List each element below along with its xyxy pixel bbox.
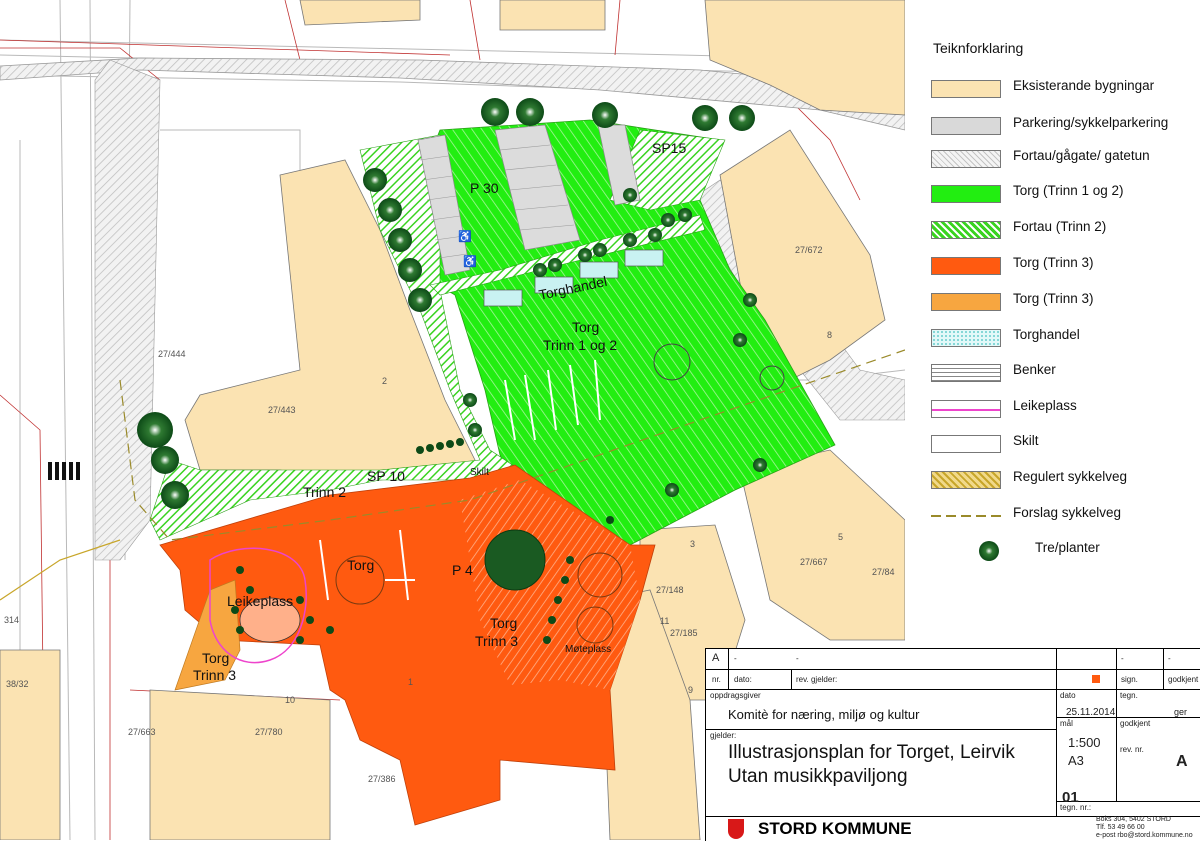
svg-text:314: 314 (4, 615, 19, 625)
revision-marker (1092, 675, 1100, 683)
legend-item-leikeplass: Leikeplass (931, 396, 1191, 426)
svg-text:♿: ♿ (458, 230, 472, 243)
legend-swatch (931, 150, 1001, 168)
legend-swatch (931, 80, 1001, 98)
legend-item-torg-trinn3-light: Torg (Trinn 3) (931, 289, 1191, 319)
plan-subtitle: Utan musikkpaviljong (728, 766, 908, 787)
svg-text:27/185: 27/185 (670, 628, 698, 638)
svg-text:10: 10 (285, 695, 295, 705)
svg-text:27/84: 27/84 (872, 567, 895, 577)
scale: 1:500 (1068, 735, 1101, 750)
svg-text:27/663: 27/663 (128, 727, 156, 737)
svg-text:♿: ♿ (463, 255, 477, 268)
svg-text:11: 11 (660, 616, 669, 626)
legend-item-torg-trinn3: Torg (Trinn 3) (931, 253, 1191, 283)
plan-sheet: ♿ ♿ ♿ (0, 0, 1200, 841)
label-p4: P 4 (452, 562, 473, 578)
svg-text:27/443: 27/443 (268, 405, 296, 415)
svg-text:27/148: 27/148 (656, 585, 684, 595)
legend-item-fortau-trinn2: Fortau (Trinn 2) (931, 217, 1191, 247)
label-leikeplass: Leikeplass (227, 593, 293, 609)
label-skilt: Skilt (470, 467, 489, 478)
label-torg-trinn12-b: Trinn 1 og 2 (543, 337, 617, 353)
label-torg-trinn12-a: Torg (572, 319, 599, 335)
legend: Teiknforklaring Eksisterande bygningar P… (905, 0, 1200, 648)
large-tree (484, 529, 546, 591)
legend-item-buildings: Eksisterande bygningar (931, 76, 1191, 106)
svg-text:1: 1 (408, 677, 413, 687)
client-name: Komitè for næring, miljø og kultur (728, 707, 920, 722)
legend-swatch (931, 400, 1001, 418)
legend-swatch (931, 117, 1001, 135)
coat-of-arms-icon (728, 819, 744, 839)
svg-text:2: 2 (382, 376, 387, 386)
svg-text:38/32: 38/32 (6, 679, 29, 689)
legend-swatch (931, 329, 1001, 347)
svg-text:3: 3 (690, 539, 695, 549)
revision-number: A (1176, 753, 1188, 770)
svg-text:9: 9 (688, 685, 693, 695)
legend-item-fortau: Fortau/gågate/ gatetun (931, 146, 1191, 176)
legend-swatch (931, 221, 1001, 239)
label-trinn2: Trinn 2 (303, 484, 346, 500)
svg-text:8: 8 (827, 330, 832, 340)
label-p30: P 30 (470, 180, 499, 196)
label-torg-trinn3-left-b: Trinn 3 (193, 667, 236, 683)
label-moteplass: Møteplass (565, 644, 611, 655)
legend-title: Teiknforklaring (933, 40, 1024, 56)
legend-item-forslag-sykkelveg: Forslag sykkelveg (931, 503, 1191, 533)
label-sp15: SP15 (652, 140, 686, 156)
drawing-number: 01 (1062, 789, 1079, 806)
legend-swatch (931, 185, 1001, 203)
legend-swatch (931, 435, 1001, 453)
legend-item-torghandel: Torghandel (931, 325, 1191, 355)
legend-item-benker: Benker (931, 360, 1191, 390)
svg-text:27/780: 27/780 (255, 727, 283, 737)
title-block: A - - - - nr. dato: rev. gjelder: sign. … (705, 648, 1200, 841)
org-name: STORD KOMMUNE (758, 819, 912, 838)
paper-size: A3 (1068, 753, 1084, 768)
svg-text:27/672: 27/672 (795, 245, 823, 255)
legend-swatch (931, 257, 1001, 275)
legend-swatch (931, 471, 1001, 489)
legend-item-tre-planter: Tre/planter (931, 538, 1191, 568)
legend-swatch (931, 364, 1001, 382)
legend-item-regulert-sykkelveg: Regulert sykkelveg (931, 467, 1191, 497)
svg-text:27/667: 27/667 (800, 557, 828, 567)
label-torg-trinn3-a: Torg (490, 615, 517, 631)
plan-title: Illustrasjonsplan for Torget, Leirvik (728, 742, 1015, 763)
legend-item-parking: Parkering/sykkelparkering (931, 113, 1191, 143)
legend-swatch (931, 293, 1001, 311)
plan-date: 25.11.2014 (1066, 707, 1116, 718)
legend-item-skilt: Skilt (931, 431, 1191, 461)
label-sp10: SP 10 (367, 468, 405, 484)
label-torg-small: Torg (347, 557, 374, 573)
tree-icon (979, 541, 999, 561)
street-band-west (94, 59, 161, 561)
label-torg-trinn3-b: Trinn 3 (475, 633, 518, 649)
svg-text:27/444: 27/444 (158, 349, 186, 359)
legend-item-torg-trinn12: Torg (Trinn 1 og 2) (931, 181, 1191, 211)
label-torg-trinn3-left-a: Torg (202, 650, 229, 666)
svg-text:5: 5 (838, 532, 843, 542)
svg-text:27/386: 27/386 (368, 774, 396, 784)
legend-swatch (931, 507, 1001, 525)
